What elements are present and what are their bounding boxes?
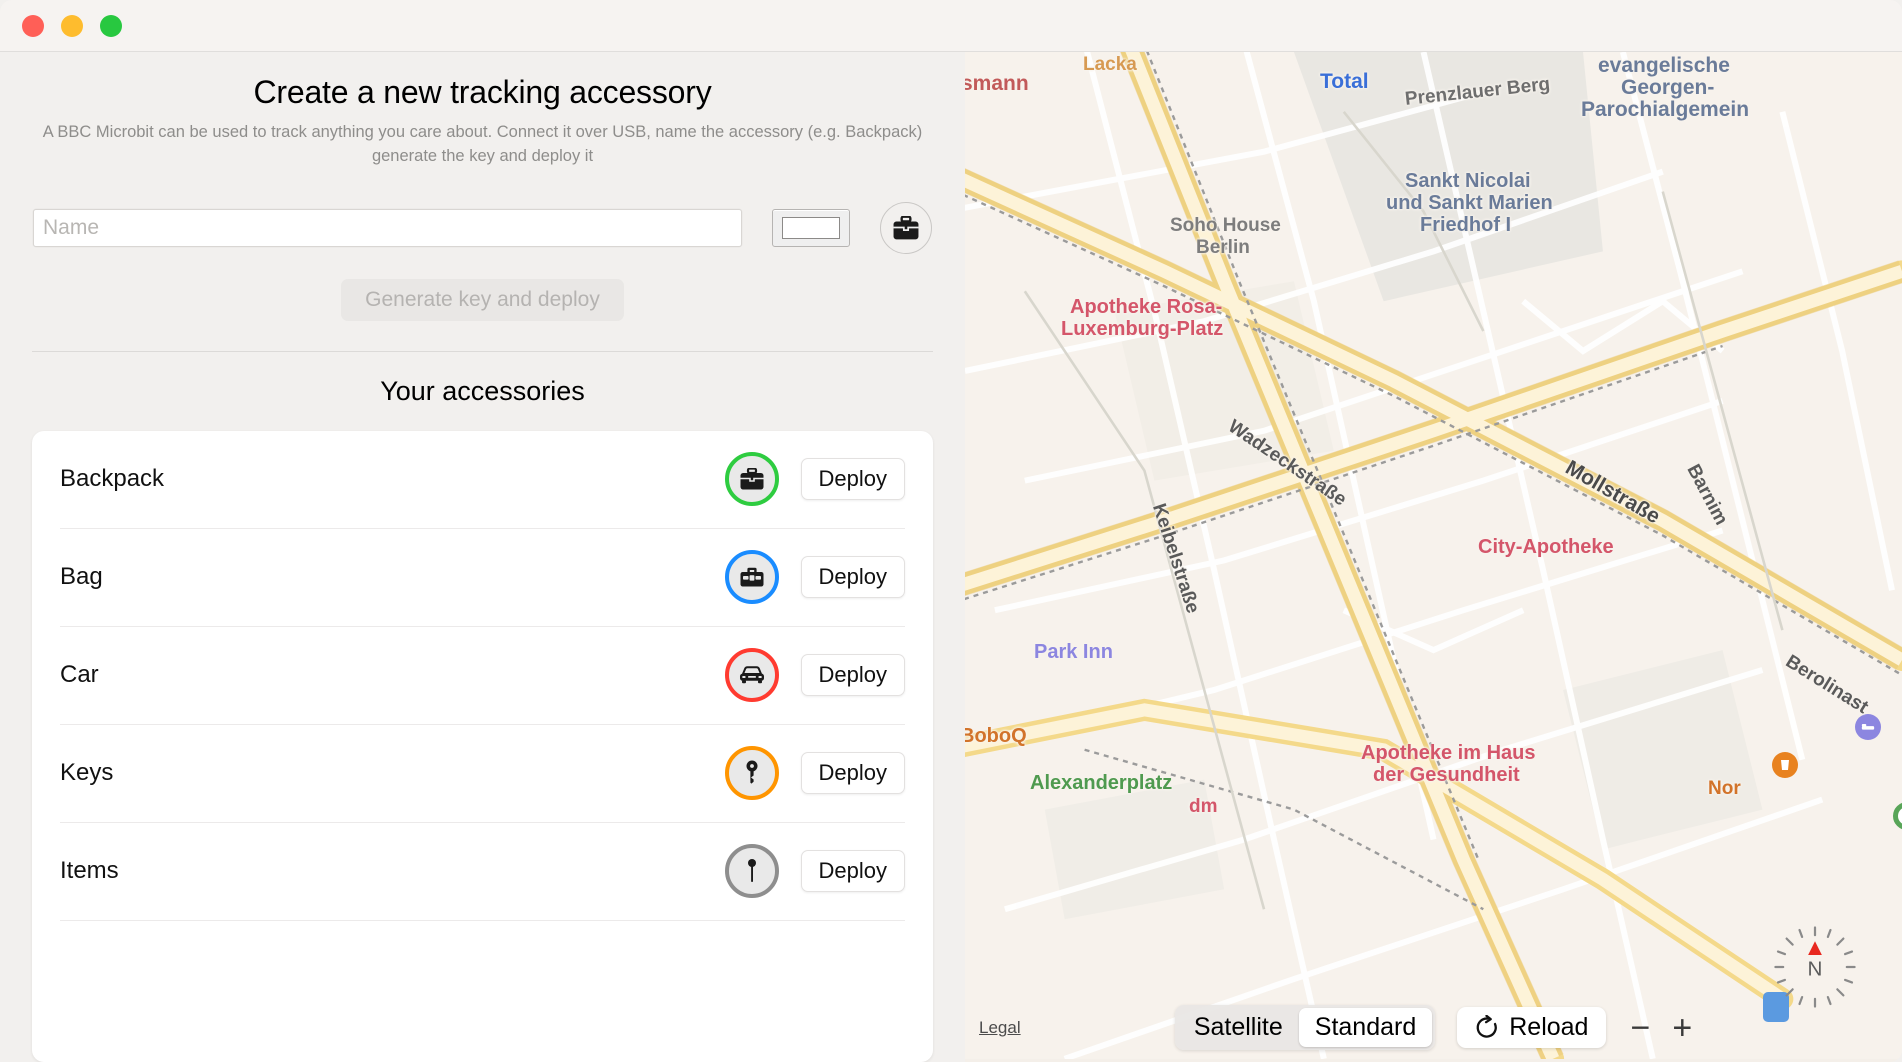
accessories-list: Backpack Deploy Bag Deploy Car Deploy Ke… <box>32 430 933 1062</box>
briefcase-icon <box>893 215 919 240</box>
window-controls <box>22 14 122 37</box>
accessory-name: Items <box>60 857 119 885</box>
map-type-segmented-control[interactable]: Satellite Standard <box>1174 1005 1436 1050</box>
create-form-row <box>32 201 933 254</box>
accessory-name: Keys <box>60 759 114 787</box>
poi-park-inn <box>1855 714 1881 740</box>
poi-boboq <box>1772 752 1798 778</box>
accessory-name: Backpack <box>60 465 165 493</box>
close-button[interactable] <box>22 14 44 37</box>
legal-link[interactable]: Legal <box>979 1018 1021 1038</box>
table-row[interactable]: Items Deploy <box>60 823 905 921</box>
accessory-badge <box>724 452 779 507</box>
zoom-in-button[interactable]: + <box>1672 1011 1692 1045</box>
icon-picker-button[interactable] <box>880 201 932 254</box>
reload-button[interactable]: Reload <box>1457 1007 1607 1048</box>
page-title: Create a new tracking accessory <box>253 74 712 110</box>
cup-icon <box>1781 760 1789 770</box>
reload-icon <box>1476 1014 1498 1038</box>
generate-row: Generate key and deploy <box>32 278 933 321</box>
color-well[interactable] <box>772 208 850 247</box>
accessory-badge <box>724 550 779 605</box>
table-row[interactable]: Car Deploy <box>60 627 905 725</box>
deploy-button[interactable]: Deploy <box>800 556 905 599</box>
name-input[interactable] <box>33 208 742 247</box>
main-content: Create a new tracking accessory A BBC Mi… <box>0 52 1902 1062</box>
generate-key-deploy-button[interactable]: Generate key and deploy <box>341 278 624 321</box>
section-divider <box>32 350 933 352</box>
compass-label: N <box>1808 958 1823 981</box>
accessory-badge <box>724 844 779 899</box>
accessories-heading: Your accessories <box>380 375 585 406</box>
accessory-badge <box>724 746 779 801</box>
tab-satellite[interactable]: Satellite <box>1178 1008 1299 1047</box>
table-row[interactable]: Backpack Deploy <box>60 431 905 529</box>
deploy-button[interactable]: Deploy <box>800 850 905 893</box>
create-accessory-section: Create a new tracking accessory A BBC Mi… <box>0 52 965 321</box>
color-swatch <box>782 216 840 239</box>
key-icon <box>746 760 758 784</box>
compass-icon[interactable]: N <box>1772 924 1858 1010</box>
deploy-button[interactable]: Deploy <box>800 458 905 501</box>
hotel-icon <box>1861 723 1875 730</box>
minimize-button[interactable] <box>61 14 83 37</box>
legal-label: Legal <box>979 1018 1021 1037</box>
compass-north-arrow <box>1808 941 1822 955</box>
zoom-controls: − + <box>1630 1011 1692 1045</box>
titlebar <box>0 0 1902 52</box>
briefcase-icon <box>740 468 764 490</box>
page-description: A BBC Microbit can be used to track anyt… <box>42 123 923 165</box>
deploy-button[interactable]: Deploy <box>800 752 905 795</box>
accessory-badge <box>724 648 779 703</box>
map-view[interactable]: 2 1 smannLackaTotalevangelischeGeorgen-P… <box>965 52 1902 1062</box>
table-row[interactable]: Keys Deploy <box>60 725 905 823</box>
deploy-button[interactable]: Deploy <box>800 654 905 697</box>
accessory-name: Bag <box>60 563 103 591</box>
accessory-name: Car <box>60 661 99 689</box>
reload-label: Reload <box>1509 1013 1589 1041</box>
tab-standard[interactable]: Standard <box>1298 1008 1433 1047</box>
left-panel: Create a new tracking accessory A BBC Mi… <box>0 52 965 1062</box>
table-row[interactable]: Bag Deploy <box>60 529 905 627</box>
app-window: Create a new tracking accessory A BBC Mi… <box>0 0 1902 1062</box>
toolbox-icon <box>740 568 764 587</box>
zoom-out-button[interactable]: − <box>1630 1011 1650 1045</box>
car-icon <box>739 666 764 684</box>
zoom-button[interactable] <box>100 14 122 37</box>
pin-icon <box>747 859 756 883</box>
map-canvas <box>965 52 1902 1059</box>
